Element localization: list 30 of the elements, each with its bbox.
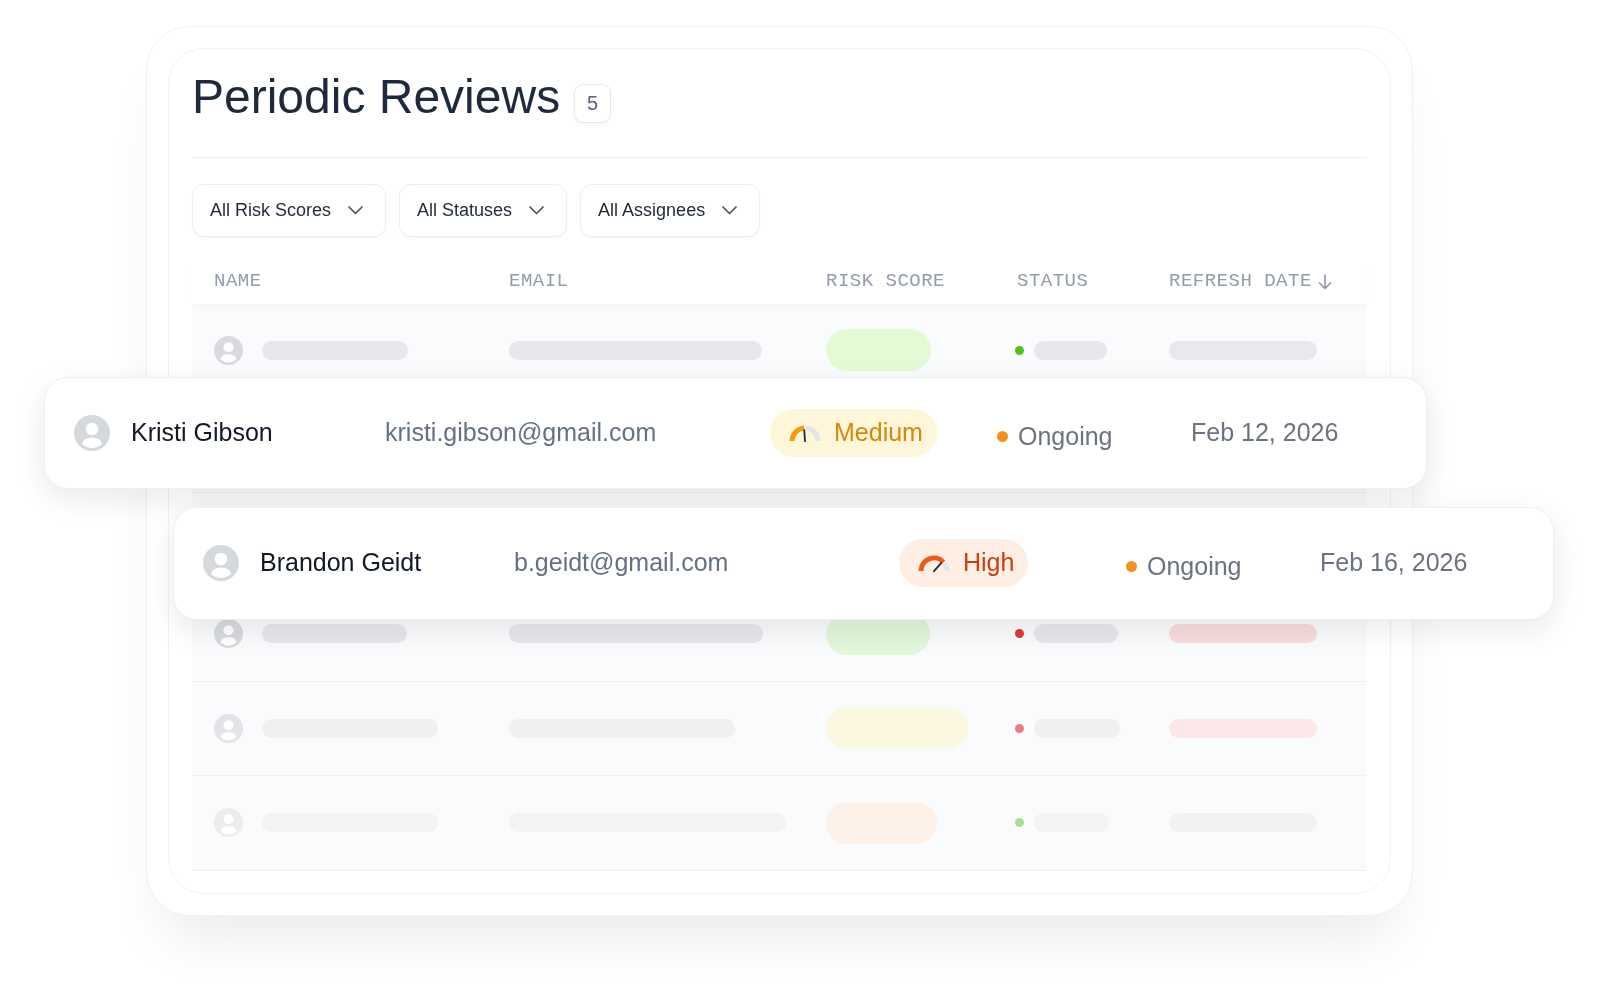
gauge-icon (916, 553, 952, 574)
filter-dropdown[interactable]: All Assignees (580, 183, 761, 237)
count-badge: 5 (574, 83, 612, 123)
email-text: kristi.gibson@gmail.com (385, 417, 658, 449)
status-label: Ongoing (1018, 420, 1113, 452)
contact-name: Kristi Gibson (131, 417, 273, 449)
page-title: Periodic Reviews (192, 69, 561, 125)
email-text: b.geidt@gmail.com (514, 547, 730, 579)
arrow-down-icon (1317, 273, 1332, 290)
gauge-icon (787, 423, 823, 444)
avatar-icon (214, 335, 243, 365)
date-text: Feb 16, 2026 (1320, 547, 1469, 579)
status-label: Ongoing (1147, 550, 1242, 582)
date-text: Feb 12, 2026 (1191, 417, 1340, 449)
chevron-down-icon (348, 205, 364, 215)
risk-label: Medium (834, 417, 923, 449)
avatar-icon (74, 415, 110, 452)
column-header[interactable]: STATUS (1017, 267, 1089, 296)
avatar-icon (203, 545, 239, 582)
contact-name: Brandon Geidt (260, 547, 422, 579)
filter-dropdown[interactable]: All Statuses (399, 183, 568, 237)
filter-dropdown[interactable]: All Risk Scores (192, 183, 387, 237)
risk-label: High (963, 547, 1015, 579)
column-header[interactable]: NAME (214, 267, 262, 296)
column-header[interactable]: RISK SCORE (826, 267, 946, 296)
column-header[interactable]: EMAIL (509, 267, 569, 296)
column-header[interactable]: REFRESH DATE (1169, 267, 1332, 296)
avatar-icon (214, 713, 243, 743)
chevron-down-icon (722, 205, 738, 215)
chevron-down-icon (529, 205, 545, 215)
